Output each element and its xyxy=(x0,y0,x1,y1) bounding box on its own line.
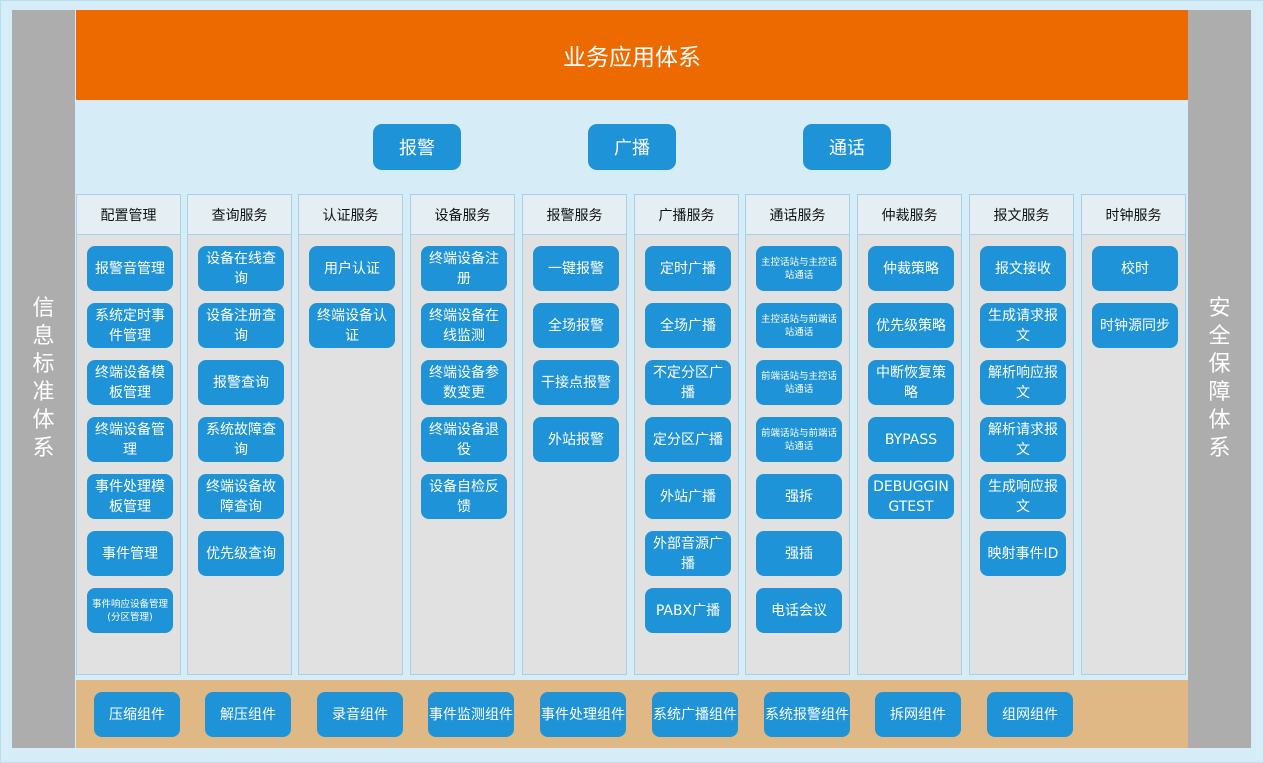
top-button-call[interactable]: 通话 xyxy=(803,124,891,170)
service-item[interactable]: PABX广播 xyxy=(645,588,731,633)
service-item[interactable]: 终端设备认证 xyxy=(309,303,395,348)
service-item[interactable]: 终端设备管理 xyxy=(87,417,173,462)
service-item[interactable]: 干接点报警 xyxy=(533,360,619,405)
service-item[interactable]: 设备注册查询 xyxy=(198,303,284,348)
service-item[interactable]: 系统故障查询 xyxy=(198,417,284,462)
service-item[interactable]: 终端设备参数变更 xyxy=(421,360,507,405)
service-item[interactable]: 解析请求报文 xyxy=(980,417,1066,462)
service-item[interactable]: 终端设备故障查询 xyxy=(198,474,284,519)
service-item[interactable]: 映射事件ID xyxy=(980,531,1066,576)
column-clock: 时钟服务 校时 时钟源同步 xyxy=(1081,194,1186,675)
service-item[interactable]: 生成响应报文 xyxy=(980,474,1066,519)
column-auth: 认证服务 用户认证 终端设备认证 xyxy=(298,194,403,675)
service-item[interactable]: 外站报警 xyxy=(533,417,619,462)
left-side-bar: 信息标准体系 xyxy=(12,10,75,748)
column-title: 配置管理 xyxy=(77,195,180,235)
service-item[interactable]: 设备在线查询 xyxy=(198,246,284,291)
service-item[interactable]: 外站广播 xyxy=(645,474,731,519)
column-title: 仲裁服务 xyxy=(858,195,961,235)
column-title: 报文服务 xyxy=(970,195,1073,235)
component-item[interactable]: 事件监测组件 xyxy=(428,692,514,737)
right-side-label: 安全保障体系 xyxy=(1208,296,1231,461)
service-item[interactable]: 事件响应设备管理(分区管理) xyxy=(87,588,173,633)
column-title: 设备服务 xyxy=(411,195,514,235)
component-item[interactable]: 系统广播组件 xyxy=(652,692,738,737)
component-item[interactable]: 系统报警组件 xyxy=(764,692,850,737)
left-side-label: 信息标准体系 xyxy=(32,296,55,461)
component-item[interactable]: 拆网组件 xyxy=(875,692,961,737)
column-broadcast: 广播服务 定时广播 全场广播 不定分区广播 定分区广播 外站广播 外部音源广播 … xyxy=(634,194,739,675)
service-item[interactable]: 不定分区广播 xyxy=(645,360,731,405)
service-item[interactable]: 终端设备退役 xyxy=(421,417,507,462)
component-item[interactable]: 事件处理组件 xyxy=(540,692,626,737)
service-item[interactable]: 用户认证 xyxy=(309,246,395,291)
column-device: 设备服务 终端设备注册 终端设备在线监测 终端设备参数变更 终端设备退役 设备自… xyxy=(410,194,515,675)
column-config: 配置管理 报警音管理 系统定时事件管理 终端设备模板管理 终端设备管理 事件处理… xyxy=(76,194,181,675)
component-item[interactable]: 组网组件 xyxy=(987,692,1073,737)
service-item[interactable]: 前端话站与主控话站通话 xyxy=(756,360,842,405)
service-item[interactable]: 主控话站与前端话站通话 xyxy=(756,303,842,348)
service-item[interactable]: 强插 xyxy=(756,531,842,576)
service-item[interactable]: 校时 xyxy=(1092,246,1178,291)
service-item[interactable]: 一键报警 xyxy=(533,246,619,291)
service-item[interactable]: 定分区广播 xyxy=(645,417,731,462)
service-item[interactable]: 仲裁策略 xyxy=(868,246,954,291)
service-item[interactable]: 全场广播 xyxy=(645,303,731,348)
service-item[interactable]: 电话会议 xyxy=(756,588,842,633)
column-title: 报警服务 xyxy=(523,195,626,235)
column-message: 报文服务 报文接收 生成请求报文 解析响应报文 解析请求报文 生成响应报文 映射… xyxy=(969,194,1074,675)
service-item[interactable]: 设备自检反馈 xyxy=(421,474,507,519)
header-title: 业务应用体系 xyxy=(563,45,701,71)
right-side-bar: 安全保障体系 xyxy=(1188,10,1251,748)
service-item[interactable]: 终端设备模板管理 xyxy=(87,360,173,405)
column-arbitration: 仲裁服务 仲裁策略 优先级策略 中断恢复策略 BYPASS DEBUGGINGT… xyxy=(857,194,962,675)
column-call: 通话服务 主控话站与主控话站通话 主控话站与前端话站通话 前端话站与主控话站通话… xyxy=(745,194,850,675)
service-item[interactable]: 生成请求报文 xyxy=(980,303,1066,348)
service-item[interactable]: 终端设备注册 xyxy=(421,246,507,291)
service-item[interactable]: 定时广播 xyxy=(645,246,731,291)
service-item[interactable]: 报警音管理 xyxy=(87,246,173,291)
service-item[interactable]: DEBUGGINGTEST xyxy=(868,474,954,519)
component-item[interactable]: 压缩组件 xyxy=(94,692,180,737)
service-item[interactable]: 前端话站与前端话站通话 xyxy=(756,417,842,462)
column-title: 通话服务 xyxy=(746,195,849,235)
service-item[interactable]: 全场报警 xyxy=(533,303,619,348)
top-button-broadcast[interactable]: 广播 xyxy=(588,124,676,170)
service-item[interactable]: 时钟源同步 xyxy=(1092,303,1178,348)
column-title: 查询服务 xyxy=(188,195,291,235)
column-title: 广播服务 xyxy=(635,195,738,235)
service-item[interactable]: 主控话站与主控话站通话 xyxy=(756,246,842,291)
service-item[interactable]: 外部音源广播 xyxy=(645,531,731,576)
service-item[interactable]: 系统定时事件管理 xyxy=(87,303,173,348)
header-bar: 业务应用体系 xyxy=(76,10,1188,100)
column-title: 认证服务 xyxy=(299,195,402,235)
top-button-alarm[interactable]: 报警 xyxy=(373,124,461,170)
service-item[interactable]: 优先级策略 xyxy=(868,303,954,348)
column-title: 时钟服务 xyxy=(1082,195,1185,235)
service-item[interactable]: 报文接收 xyxy=(980,246,1066,291)
service-item[interactable]: 优先级查询 xyxy=(198,531,284,576)
service-item[interactable]: 事件处理模板管理 xyxy=(87,474,173,519)
component-item[interactable]: 录音组件 xyxy=(317,692,403,737)
service-item[interactable]: 解析响应报文 xyxy=(980,360,1066,405)
column-alarm: 报警服务 一键报警 全场报警 干接点报警 外站报警 xyxy=(522,194,627,675)
service-item[interactable]: 事件管理 xyxy=(87,531,173,576)
service-item[interactable]: 强拆 xyxy=(756,474,842,519)
component-item[interactable]: 解压组件 xyxy=(205,692,291,737)
service-item[interactable]: 中断恢复策略 xyxy=(868,360,954,405)
service-item[interactable]: 报警查询 xyxy=(198,360,284,405)
column-query: 查询服务 设备在线查询 设备注册查询 报警查询 系统故障查询 终端设备故障查询 … xyxy=(187,194,292,675)
service-item[interactable]: BYPASS xyxy=(868,417,954,462)
service-item[interactable]: 终端设备在线监测 xyxy=(421,303,507,348)
